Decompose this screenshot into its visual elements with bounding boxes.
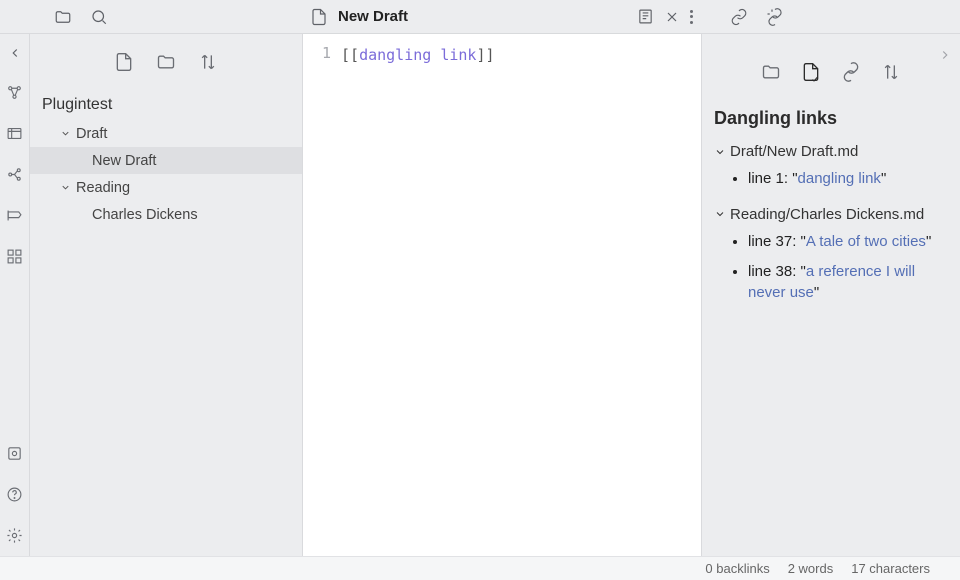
- group-by-link-icon[interactable]: [841, 62, 861, 82]
- editor-content[interactable]: [[dangling link]]: [341, 44, 701, 556]
- panel-title: Dangling links: [702, 104, 960, 139]
- wikilink[interactable]: dangling link: [359, 46, 476, 64]
- dangling-file-name: Draft/New Draft.md: [730, 143, 858, 160]
- bookmarks-icon[interactable]: [6, 207, 23, 224]
- more-options-icon[interactable]: [690, 10, 694, 24]
- chevron-down-icon[interactable]: [58, 128, 72, 139]
- tab-title: New Draft: [338, 8, 408, 25]
- help-icon[interactable]: [6, 486, 23, 503]
- tree-folder[interactable]: Draft: [30, 120, 302, 147]
- collapse-right-icon[interactable]: [938, 48, 952, 62]
- dangling-link-item[interactable]: line 37: "A tale of two cities": [748, 227, 948, 257]
- reading-view-icon[interactable]: [637, 8, 654, 25]
- sort-icon[interactable]: [198, 52, 218, 72]
- chevron-down-icon: [714, 208, 726, 220]
- new-note-icon[interactable]: [114, 52, 134, 72]
- group-by-folder-icon[interactable]: [761, 62, 781, 82]
- line-number: 1: [303, 44, 341, 556]
- dangling-link[interactable]: dangling link: [798, 170, 881, 187]
- collapse-left-icon[interactable]: [8, 46, 22, 60]
- dangling-link-item[interactable]: line 38: "a reference I will never use": [748, 257, 948, 309]
- status-words[interactable]: 2 words: [788, 561, 834, 576]
- app-ribbon: [0, 34, 30, 556]
- file-tree: Draft New Draft Reading Charles Dickens: [30, 120, 302, 228]
- tree-item-label: Charles Dickens: [92, 207, 198, 223]
- file-explorer-icon[interactable]: [54, 8, 72, 26]
- status-backlinks[interactable]: 0 backlinks: [705, 561, 769, 576]
- dangling-file-header[interactable]: Reading/Charles Dickens.md: [714, 202, 948, 227]
- close-icon[interactable]: [664, 9, 680, 25]
- canvas-icon[interactable]: [6, 125, 23, 142]
- titlebar: New Draft: [0, 0, 960, 34]
- dangling-link[interactable]: A tale of two cities: [806, 233, 926, 250]
- search-icon[interactable]: [90, 8, 108, 26]
- editor-body[interactable]: 1 [[dangling link]]: [303, 34, 701, 556]
- dangling-file-name: Reading/Charles Dickens.md: [730, 206, 924, 223]
- chevron-down-icon[interactable]: [58, 182, 72, 193]
- group-by-file-icon[interactable]: [801, 62, 821, 82]
- settings-icon[interactable]: [6, 527, 23, 544]
- right-pane: Dangling links Draft/New Draft.md line 1:…: [702, 34, 960, 556]
- graph-view-icon[interactable]: [6, 84, 23, 101]
- tree-file[interactable]: New Draft: [30, 147, 302, 174]
- editor-pane: 1 [[dangling link]]: [302, 34, 702, 556]
- status-bar: 0 backlinks 2 words 17 characters: [0, 556, 960, 580]
- link-icon[interactable]: [730, 8, 748, 26]
- plugin-icon[interactable]: [6, 166, 23, 183]
- editor-tab[interactable]: New Draft: [302, 0, 702, 34]
- vault-icon[interactable]: [6, 445, 23, 462]
- command-palette-icon[interactable]: [6, 248, 23, 265]
- broken-link-icon[interactable]: [766, 8, 784, 26]
- tree-folder[interactable]: Reading: [30, 174, 302, 201]
- dangling-link-item[interactable]: line 1: "dangling link": [748, 164, 948, 194]
- file-explorer-pane: Plugintest Draft New Draft Reading Charles …: [30, 34, 302, 556]
- chevron-down-icon: [714, 146, 726, 158]
- tree-item-label: New Draft: [92, 153, 156, 169]
- new-folder-icon[interactable]: [156, 52, 176, 72]
- dangling-file-header[interactable]: Draft/New Draft.md: [714, 139, 948, 164]
- tree-file[interactable]: Charles Dickens: [30, 201, 302, 228]
- tree-item-label: Draft: [76, 126, 107, 142]
- vault-name: Plugintest: [30, 90, 302, 120]
- status-chars[interactable]: 17 characters: [851, 561, 930, 576]
- tree-item-label: Reading: [76, 180, 130, 196]
- sort-right-icon[interactable]: [881, 62, 901, 82]
- document-icon: [310, 8, 328, 26]
